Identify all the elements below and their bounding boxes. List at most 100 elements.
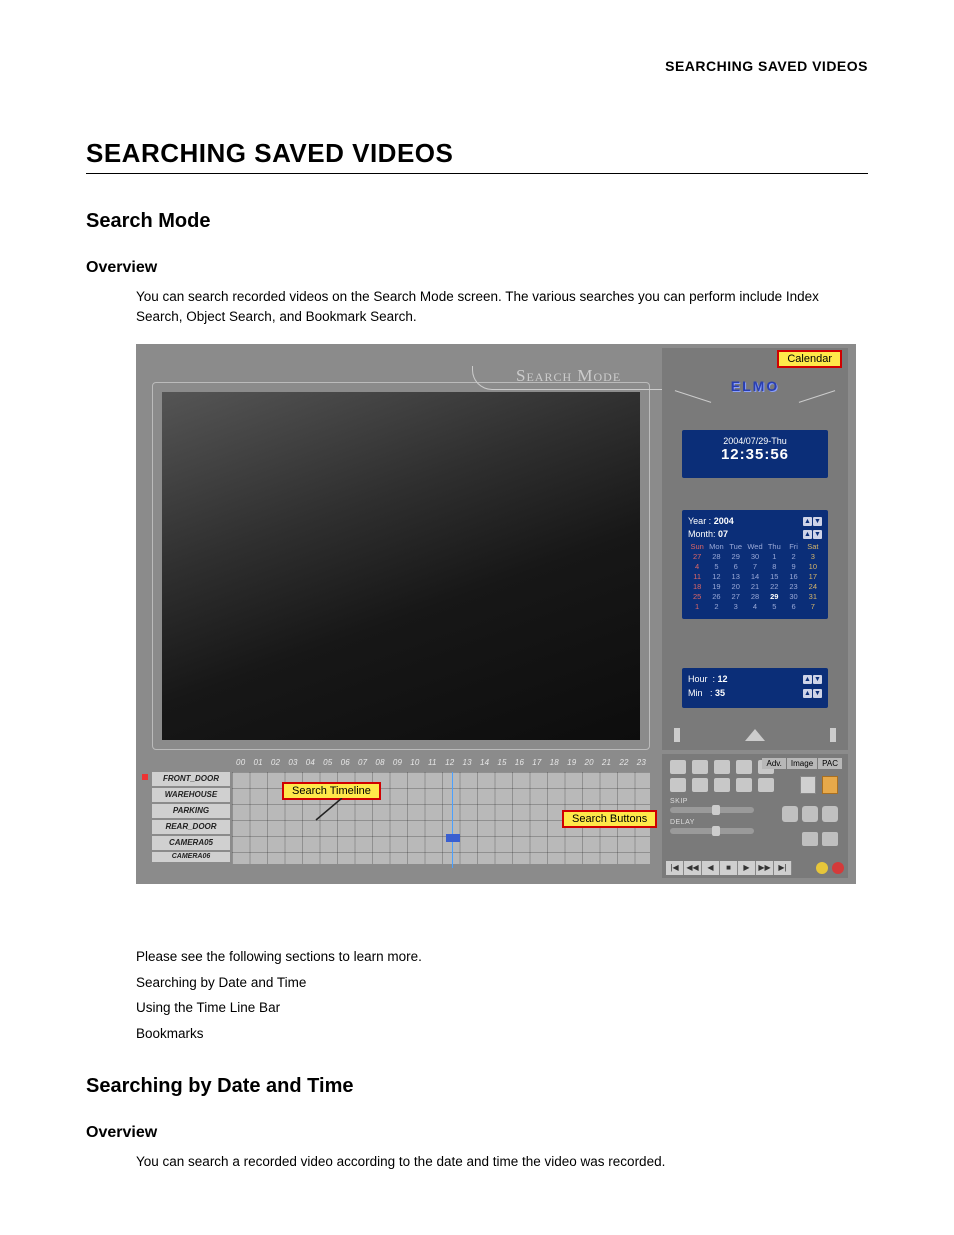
calendar-day[interactable]: 1 [765,552,783,561]
toolbar-tabs[interactable]: Adv.ImagePAC [762,758,842,769]
transport-button[interactable]: |◀ [666,861,684,875]
calendar-day[interactable]: 2 [707,602,725,611]
grid-icon[interactable] [670,760,686,774]
scrubber[interactable] [674,726,836,744]
layout1-icon[interactable] [802,832,818,846]
calendar-day[interactable]: 21 [746,582,764,591]
toolbar-tab[interactable]: Image [787,758,817,769]
transport-button[interactable]: ▶▶ [756,861,774,875]
calendar-day[interactable]: 7 [746,562,764,571]
calendar-day[interactable]: 18 [688,582,706,591]
recorded-clip[interactable] [446,834,460,842]
down-icon[interactable]: ▼ [813,689,822,698]
calendar-day[interactable]: 24 [804,582,822,591]
zoom-fit-icon[interactable] [822,806,838,822]
export-icon[interactable] [736,778,752,792]
calendar-day[interactable]: 20 [727,582,745,591]
document-icon[interactable] [800,776,816,794]
calendar-day[interactable]: 22 [765,582,783,591]
calendar-day[interactable]: 15 [765,572,783,581]
calendar-day[interactable]: 6 [784,602,802,611]
delay-slider[interactable] [670,828,754,834]
year-spinner[interactable]: ▲▼ [802,517,822,526]
skip-slider[interactable] [670,807,754,813]
calendar-grid[interactable]: SunMonTueWedThuFriSat2728293012345678910… [688,542,822,611]
zoom-out-icon[interactable] [802,806,818,822]
calendar-day[interactable]: 9 [784,562,802,571]
camera-row[interactable]: CAMERA05 [152,836,230,850]
camera-row[interactable]: WAREHOUSE [152,788,230,802]
up-icon[interactable]: ▲ [803,517,812,526]
calendar-day[interactable]: 29 [727,552,745,561]
calendar-day[interactable]: 28 [707,552,725,561]
calendar-day[interactable]: 26 [707,592,725,601]
toolbar-tab[interactable]: PAC [818,758,842,769]
document-orange-icon[interactable] [822,776,838,794]
camera-row[interactable]: REAR_DOOR [152,820,230,834]
calendar-day[interactable]: 30 [784,592,802,601]
calendar-day[interactable]: 12 [707,572,725,581]
calendar-day[interactable]: 13 [727,572,745,581]
eraser-icon[interactable] [692,760,708,774]
calendar-panel[interactable]: Year : 2004 ▲▼ Month: 07 ▲▼ SunMonTueWed… [682,510,828,619]
calendar-day[interactable]: 25 [688,592,706,601]
calendar-day[interactable]: 5 [707,562,725,571]
globe-icon[interactable] [692,778,708,792]
power-icon[interactable] [832,862,844,874]
calendar-day[interactable]: 7 [804,602,822,611]
calendar-day[interactable]: 3 [727,602,745,611]
camera-row[interactable]: FRONT_DOOR [152,772,230,786]
up-icon[interactable]: ▲ [803,675,812,684]
up-icon[interactable]: ▲ [803,689,812,698]
calendar-day[interactable]: 28 [746,592,764,601]
calendar-day[interactable]: 3 [804,552,822,561]
zoom-in-icon[interactable] [782,806,798,822]
scrubber-start[interactable] [674,728,680,742]
toolbar-tab[interactable]: Adv. [762,758,785,769]
circle-icon[interactable] [714,760,730,774]
calendar-day[interactable]: 31 [804,592,822,601]
transport-button[interactable]: ◀◀ [684,861,702,875]
calendar-day[interactable]: 29 [765,592,783,601]
month-spinner[interactable]: ▲▼ [802,530,822,539]
calendar-day[interactable]: 4 [746,602,764,611]
calendar-day[interactable]: 1 [688,602,706,611]
calendar-day[interactable]: 19 [707,582,725,591]
calendar-day[interactable]: 27 [727,592,745,601]
calendar-day[interactable]: 8 [765,562,783,571]
down-icon[interactable]: ▼ [813,517,822,526]
transport-button[interactable]: ◀ [702,861,720,875]
calendar-day[interactable]: 16 [784,572,802,581]
print-icon[interactable] [670,778,686,792]
calendar-day[interactable]: 6 [727,562,745,571]
calendar-day[interactable]: 5 [765,602,783,611]
calendar-day[interactable]: 10 [804,562,822,571]
transport-button[interactable]: ▶| [774,861,792,875]
down-icon[interactable]: ▼ [813,530,822,539]
down-icon[interactable]: ▼ [813,675,822,684]
playhead[interactable] [452,772,453,868]
help-icon[interactable] [816,862,828,874]
scrubber-handle-icon[interactable] [745,729,765,741]
calendar-day[interactable]: 11 [688,572,706,581]
transport-button[interactable]: ▶ [738,861,756,875]
calendar-day[interactable]: 2 [784,552,802,561]
camera-row[interactable]: CAMERA06 [152,852,230,862]
save-icon[interactable] [714,778,730,792]
calendar-day[interactable]: 14 [746,572,764,581]
calendar-day[interactable]: 23 [784,582,802,591]
time-select-panel[interactable]: Hour : 12 ▲▼ Min : 35 ▲▼ [682,668,828,708]
scrubber-end[interactable] [830,728,836,742]
calendar-day[interactable]: 30 [746,552,764,561]
hour-spinner[interactable]: ▲▼ [802,675,822,684]
min-spinner[interactable]: ▲▼ [802,689,822,698]
calendar-day[interactable]: 4 [688,562,706,571]
camera-row[interactable]: PARKING [152,804,230,818]
calendar-day[interactable]: 17 [804,572,822,581]
layout2-icon[interactable] [822,832,838,846]
folder-icon[interactable] [758,778,774,792]
transport-button[interactable]: ■ [720,861,738,875]
up-icon[interactable]: ▲ [803,530,812,539]
calendar-day[interactable]: 27 [688,552,706,561]
diamond-icon[interactable] [736,760,752,774]
